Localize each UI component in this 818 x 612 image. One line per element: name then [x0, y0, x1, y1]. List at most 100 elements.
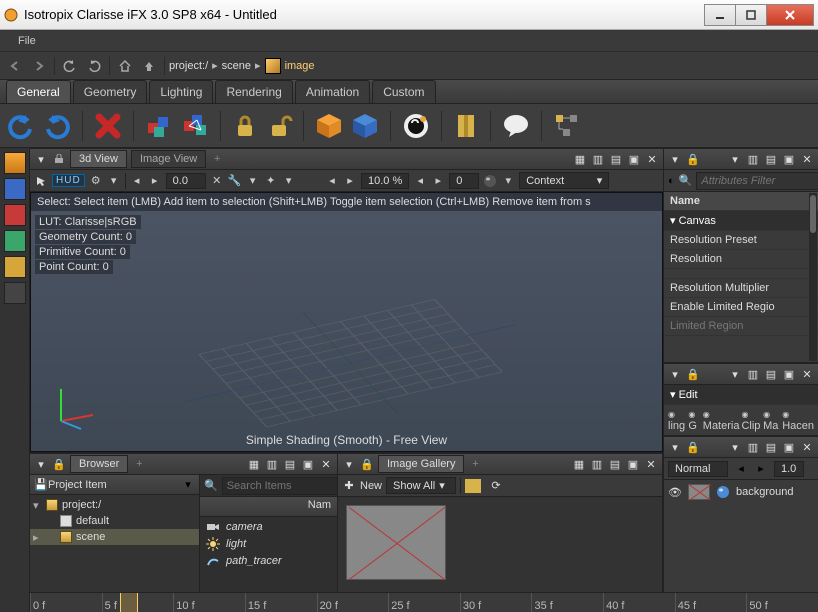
lock-icon[interactable] — [52, 152, 66, 166]
gallery-filter[interactable]: Show All▾ — [386, 477, 456, 494]
back-button[interactable] — [4, 55, 26, 77]
redo-nav-button[interactable] — [83, 55, 105, 77]
box-orange-button[interactable] — [314, 111, 344, 141]
blend-mode-select[interactable]: Normal — [668, 461, 728, 477]
box-blue-button[interactable] — [350, 111, 380, 141]
lock-icon[interactable]: 🔒 — [360, 457, 374, 471]
edit-tab[interactable]: Materia — [703, 408, 740, 432]
hud-badge[interactable]: HUD — [52, 174, 85, 187]
scrollbar[interactable] — [809, 193, 817, 361]
close-button[interactable] — [766, 4, 814, 26]
browser-tab[interactable]: Browser — [70, 455, 128, 473]
edit-tab[interactable]: Ma — [763, 408, 780, 432]
add-tab-icon[interactable]: + — [210, 152, 224, 166]
attributes-filter-input[interactable] — [696, 172, 818, 190]
add-tab-icon[interactable]: + — [468, 457, 482, 471]
chevron-down-icon[interactable]: ▾ — [246, 174, 260, 188]
chevron-down-icon[interactable]: ▾ — [668, 152, 682, 166]
edit-tab[interactable]: Hacen — [782, 408, 814, 432]
layout-icon[interactable]: ▣ — [627, 152, 641, 166]
tree-item-default[interactable]: default — [30, 513, 199, 529]
tab-general[interactable]: General — [6, 80, 71, 103]
lock-icon[interactable]: 🔒 — [686, 440, 700, 454]
edit-tab[interactable]: Clip — [741, 408, 761, 432]
attr-enable-limited[interactable]: Enable Limited Regio — [664, 298, 818, 317]
edit-tab[interactable]: ling — [668, 408, 686, 432]
hierarchy-button[interactable] — [552, 111, 582, 141]
minimize-button[interactable] — [704, 4, 736, 26]
unlock-button[interactable] — [265, 112, 293, 140]
attr-resolution-mult[interactable]: Resolution Multiplier — [664, 279, 818, 298]
forward-button[interactable] — [28, 55, 50, 77]
layout-icon[interactable]: ▥ — [591, 152, 605, 166]
lock-icon[interactable]: 🔒 — [686, 367, 700, 381]
combine-button[interactable] — [180, 111, 210, 141]
edit-section[interactable]: ▾ Edit — [664, 385, 818, 405]
search-input[interactable] — [222, 477, 337, 495]
undo-nav-button[interactable] — [59, 55, 81, 77]
gear-icon[interactable]: ⚙ — [89, 174, 103, 188]
step-left-icon[interactable]: ◂ — [130, 174, 144, 188]
timeline[interactable]: 0 f 5 f 10 f 15 f 20 f 25 f 30 f 35 f 40… — [30, 592, 818, 612]
layout-icon[interactable]: ▦ — [572, 457, 586, 471]
lock-button[interactable] — [231, 112, 259, 140]
render-button[interactable] — [401, 111, 431, 141]
tools-icon[interactable]: ✕ — [210, 174, 224, 188]
chevron-down-icon[interactable]: ▾ — [501, 174, 515, 188]
layout-icon[interactable]: ▤ — [608, 457, 622, 471]
redo-button[interactable] — [42, 111, 72, 141]
layout-icon[interactable]: ▤ — [609, 152, 623, 166]
chevron-down-icon[interactable]: ▾ — [728, 440, 742, 454]
timeline-marker[interactable] — [120, 593, 138, 612]
step-right-icon[interactable]: ▸ — [431, 174, 445, 188]
list-item[interactable]: light — [200, 535, 337, 553]
sphere-icon[interactable]: ◐ — [668, 174, 675, 188]
frame-field[interactable]: 0 — [449, 173, 479, 189]
layout-icon[interactable]: ▥ — [746, 440, 760, 454]
attr-section-canvas[interactable]: ▾ Canvas — [664, 211, 818, 231]
layout-icon[interactable]: ▥ — [746, 367, 760, 381]
chevron-down-icon[interactable]: ▾ — [107, 174, 121, 188]
layout-icon[interactable]: ▥ — [746, 152, 760, 166]
comment-button[interactable] — [501, 111, 531, 141]
gallery-tab[interactable]: Image Gallery — [378, 455, 464, 473]
maximize-button[interactable] — [735, 4, 767, 26]
gallery-thumbnail[interactable] — [346, 505, 446, 580]
new-button[interactable]: New — [360, 480, 382, 492]
search-icon[interactable]: 🔍 — [204, 479, 218, 493]
breadcrumb-scene[interactable]: scene — [222, 60, 251, 72]
chevron-down-icon[interactable]: ▾ — [728, 367, 742, 381]
layout-icon[interactable]: ▦ — [573, 152, 587, 166]
chevron-down-icon[interactable]: ▾ — [342, 457, 356, 471]
sphere-icon[interactable] — [716, 485, 730, 499]
list-item[interactable]: camera — [200, 519, 337, 535]
step-left-icon[interactable]: ◂ — [734, 462, 748, 476]
refresh-icon[interactable]: ⟳ — [489, 479, 503, 493]
chevron-down-icon[interactable]: ▾ — [668, 440, 682, 454]
gutter-tool-2[interactable] — [4, 178, 26, 200]
layout-icon[interactable]: ▦ — [247, 457, 261, 471]
attr-resolution[interactable]: Resolution — [664, 250, 818, 269]
edit-tab[interactable]: G — [688, 408, 700, 432]
viewport-tab-3d[interactable]: 3d View — [70, 150, 127, 168]
tab-animation[interactable]: Animation — [295, 80, 370, 103]
opacity-field[interactable]: 1.0 — [774, 461, 804, 477]
viewport-tab-image[interactable]: Image View — [131, 150, 206, 168]
breadcrumb-root[interactable]: project:/ — [169, 60, 208, 72]
step-left-icon[interactable]: ◂ — [325, 174, 339, 188]
layout-icon[interactable]: ▤ — [764, 152, 778, 166]
group-button[interactable] — [144, 111, 174, 141]
layout-icon[interactable]: ▣ — [626, 457, 640, 471]
cursor-icon[interactable] — [34, 174, 48, 188]
list-item[interactable]: path_tracer — [200, 553, 337, 569]
panel-close-icon[interactable]: ✕ — [800, 440, 814, 454]
chevron-down-icon[interactable]: ▾ — [728, 152, 742, 166]
breadcrumb-new-image[interactable]: image — [265, 58, 315, 74]
lock-icon[interactable]: 🔒 — [686, 152, 700, 166]
layout-icon[interactable]: ▤ — [283, 457, 297, 471]
tree-item-scene[interactable]: ▸scene — [30, 529, 199, 545]
attr-resolution-preset[interactable]: Resolution Preset — [664, 231, 818, 250]
spark-icon[interactable]: ✦ — [264, 174, 278, 188]
layout-icon[interactable]: ▣ — [782, 440, 796, 454]
step-left-icon[interactable]: ◂ — [413, 174, 427, 188]
